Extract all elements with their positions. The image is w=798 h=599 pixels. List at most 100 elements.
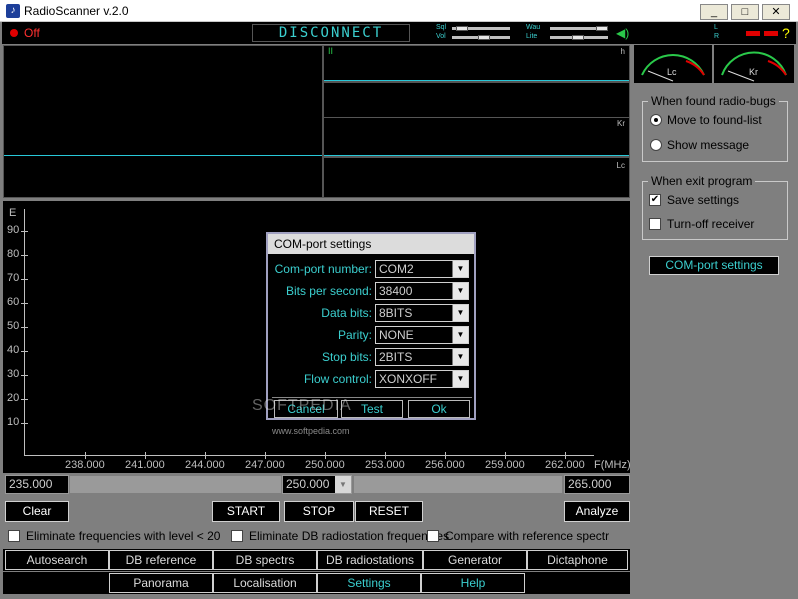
range-end-field[interactable]: 265.000: [564, 475, 630, 494]
dialog-field-select[interactable]: XONXOFF ▼: [375, 370, 469, 388]
x-tick-mark: [85, 452, 86, 459]
tab-db-radiostations[interactable]: DB radiostations: [317, 550, 423, 570]
right-channel-label: R: [714, 33, 720, 40]
tab-dictaphone[interactable]: Dictaphone: [527, 550, 628, 570]
compare-label[interactable]: Compare with reference spectr: [445, 529, 609, 543]
x-tick-label: 259.000: [485, 459, 525, 471]
x-tick-label: 253.000: [365, 459, 405, 471]
status-bar: Off DISCONNECT Sql Vol Wau Lite ◀) L R ?: [2, 22, 796, 44]
start-button[interactable]: START: [212, 501, 280, 522]
y-tick-label: 40: [7, 344, 20, 356]
wau-label: Wau: [526, 24, 541, 31]
y-tick-label: 30: [7, 368, 20, 380]
clear-button[interactable]: Clear: [5, 501, 69, 522]
save-settings-label[interactable]: Save settings: [667, 193, 739, 207]
level-filter-label[interactable]: Eliminate frequencies with level < 20: [26, 529, 220, 543]
chevron-down-icon[interactable]: ▼: [452, 305, 468, 321]
dialog-ok-button[interactable]: Ok: [408, 400, 470, 418]
dialog-field-select[interactable]: 8BITS ▼: [375, 304, 469, 322]
tab-settings[interactable]: Settings: [317, 573, 421, 593]
tab-help[interactable]: Help: [421, 573, 525, 593]
record-indicator-2: [764, 31, 778, 36]
x-tick-label: 250.000: [305, 459, 345, 471]
maximize-button[interactable]: □: [731, 4, 759, 20]
range-center-dropdown-icon[interactable]: ▼: [335, 476, 351, 493]
com-port-dialog: COM-port settings Com-port number: COM2 ▼ B…: [266, 232, 476, 420]
power-label[interactable]: Off: [24, 26, 40, 40]
range-scroll-left[interactable]: [70, 476, 281, 493]
power-indicator-icon[interactable]: [10, 29, 18, 37]
found-move-label[interactable]: Move to found-list: [667, 113, 762, 127]
x-tick-mark: [265, 452, 266, 459]
exit-group: [642, 181, 788, 240]
y-tick-mark: [21, 303, 28, 304]
lite-slider-thumb[interactable]: [572, 35, 584, 40]
y-tick-label: 80: [7, 248, 20, 260]
x-tick-mark: [145, 452, 146, 459]
dialog-field-select[interactable]: 38400 ▼: [375, 282, 469, 300]
close-button[interactable]: ✕: [762, 4, 790, 20]
scope-top-line: [324, 80, 629, 81]
connection-status: DISCONNECT: [252, 24, 410, 42]
db-radio-filter-label[interactable]: Eliminate DB radiostation frequencies: [249, 529, 449, 543]
waveform-scope: [3, 45, 323, 198]
scope-top-label: h: [620, 47, 625, 56]
watermark-brand: SOFTPEDIA: [252, 397, 352, 414]
scope-bottom: Lc: [323, 157, 630, 198]
x-tick-label: 247.000: [245, 459, 285, 471]
reset-button[interactable]: RESET: [355, 501, 423, 522]
x-tick-mark: [205, 452, 206, 459]
dialog-field-select[interactable]: NONE ▼: [375, 326, 469, 344]
x-tick-label: 238.000: [65, 459, 105, 471]
sql-slider-thumb[interactable]: [456, 26, 468, 31]
tab-db-spectrs[interactable]: DB spectrs: [213, 550, 317, 570]
dialog-field-value: XONXOFF: [379, 372, 438, 386]
window-title: RadioScanner v.2.0: [24, 4, 129, 18]
tab-panorama[interactable]: Panorama: [109, 573, 213, 593]
speaker-icon[interactable]: ◀): [616, 26, 629, 40]
dialog-field-value: COM2: [379, 262, 414, 276]
scope-top: II h: [323, 45, 630, 82]
found-message-radio[interactable]: [650, 139, 662, 151]
waveform-baseline: [4, 155, 322, 156]
y-tick-mark: [21, 399, 28, 400]
x-tick-mark: [385, 452, 386, 459]
found-message-label[interactable]: Show message: [667, 138, 749, 152]
tab-generator[interactable]: Generator: [423, 550, 527, 570]
y-tick-mark: [21, 231, 28, 232]
stop-button[interactable]: STOP: [284, 501, 354, 522]
chevron-down-icon[interactable]: ▼: [452, 349, 468, 365]
analyze-button[interactable]: Analyze: [564, 501, 630, 522]
dialog-field-select[interactable]: 2BITS ▼: [375, 348, 469, 366]
vol-slider-thumb[interactable]: [478, 35, 490, 40]
y-tick-mark: [21, 279, 28, 280]
level-filter-checkbox[interactable]: [8, 530, 20, 542]
dialog-title: COM-port settings: [268, 234, 474, 254]
chevron-down-icon[interactable]: ▼: [452, 327, 468, 343]
found-move-radio[interactable]: [650, 114, 662, 126]
dialog-field-value: 2BITS: [379, 350, 413, 364]
help-icon[interactable]: ?: [782, 25, 790, 41]
wau-slider-thumb[interactable]: [596, 26, 608, 31]
tab-db-reference-spectrs[interactable]: DB reference spectrs: [109, 550, 213, 585]
chevron-down-icon[interactable]: ▼: [452, 283, 468, 299]
tab-autosearch[interactable]: Autosearch: [5, 550, 109, 570]
com-port-settings-button[interactable]: COM-port settings: [649, 256, 779, 275]
chevron-down-icon[interactable]: ▼: [452, 371, 468, 387]
scope-bottom-label: Lc: [616, 161, 625, 170]
range-scroll-right[interactable]: [354, 476, 562, 493]
turn-off-checkbox[interactable]: [649, 218, 661, 230]
x-tick-mark: [325, 452, 326, 459]
save-settings-checkbox[interactable]: ✔: [649, 194, 661, 206]
tab-localisation[interactable]: Localisation: [213, 573, 317, 593]
range-center-field[interactable]: 250.000 ▼: [282, 475, 352, 494]
x-axis-unit: F(MHz): [594, 459, 631, 471]
dialog-field-label: Com-port number:: [274, 262, 372, 276]
chevron-down-icon[interactable]: ▼: [452, 261, 468, 277]
dialog-field-select[interactable]: COM2 ▼: [375, 260, 469, 278]
compare-checkbox[interactable]: [427, 530, 439, 542]
db-radio-filter-checkbox[interactable]: [231, 530, 243, 542]
minimize-button[interactable]: _: [700, 4, 728, 20]
range-start-field[interactable]: 235.000: [5, 475, 69, 494]
turn-off-label[interactable]: Turn-off receiver: [667, 217, 754, 231]
